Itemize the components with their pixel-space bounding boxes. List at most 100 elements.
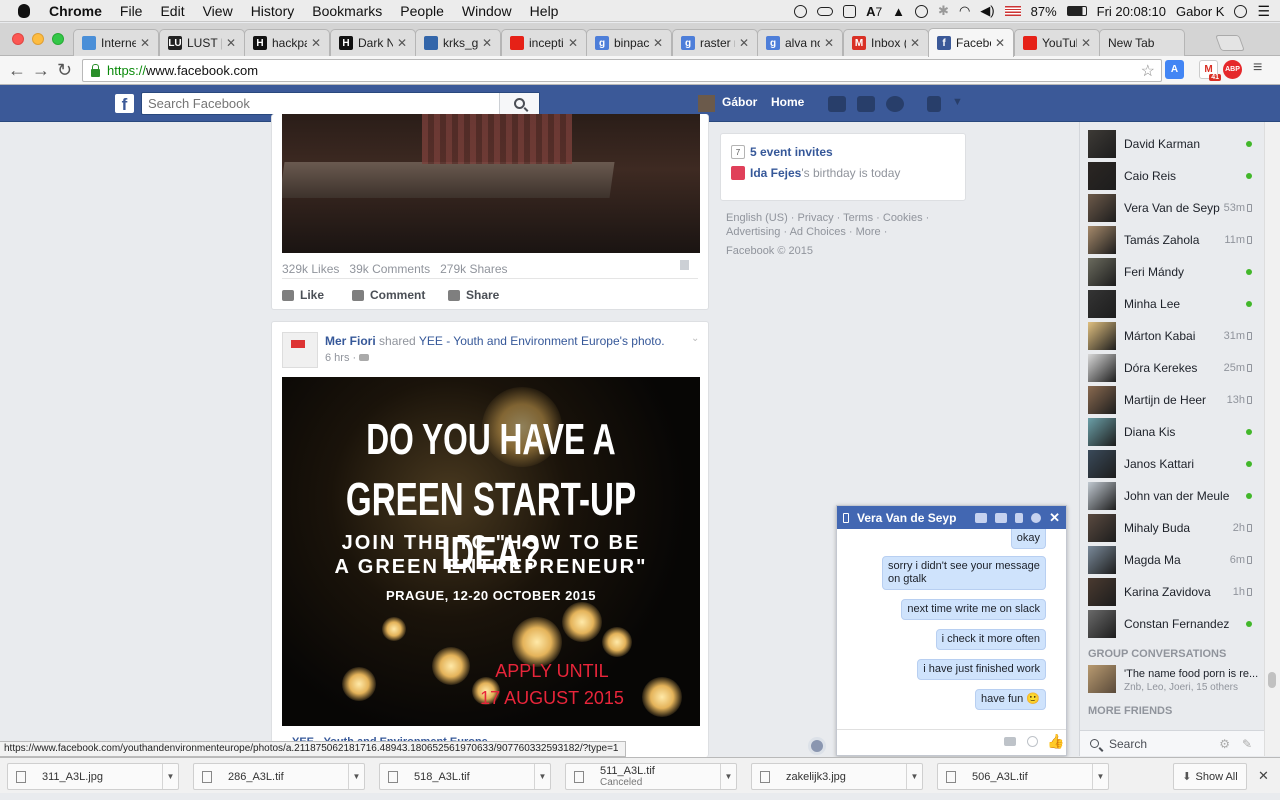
reload-button[interactable]: ↻ xyxy=(57,60,72,80)
notification-center-icon[interactable]: ☰ xyxy=(1257,3,1270,20)
download-item[interactable]: 311_A3L.jpg ▼ xyxy=(7,763,179,790)
add-friends-icon[interactable] xyxy=(975,512,988,523)
clipboard-status-icon[interactable] xyxy=(843,4,857,18)
facebook-logo-icon[interactable]: f xyxy=(115,94,134,113)
back-button[interactable]: ← xyxy=(8,60,26,80)
menu-bookmarks[interactable]: Bookmarks xyxy=(303,3,391,19)
bluetooth-icon[interactable]: ✱ xyxy=(938,3,949,19)
download-menu-chevron-icon[interactable]: ▼ xyxy=(720,764,736,789)
voice-call-icon[interactable] xyxy=(1015,512,1024,523)
privacy-shortcuts-icon[interactable] xyxy=(927,96,941,112)
timemachine-icon[interactable] xyxy=(915,4,929,18)
home-link[interactable]: Home xyxy=(771,95,804,109)
post-time[interactable]: 6 hrs xyxy=(325,352,349,364)
likes-count[interactable]: 329k Likes xyxy=(282,262,339,276)
download-item[interactable]: 506_A3L.tif ▼ xyxy=(937,763,1109,790)
close-download-shelf-icon[interactable]: ✕ xyxy=(1258,768,1269,784)
download-menu-chevron-icon[interactable]: ▼ xyxy=(162,764,178,789)
chat-friend[interactable]: John van der Meule xyxy=(1088,480,1258,512)
chat-header[interactable]: Vera Van de Seyp ✕ xyxy=(837,506,1066,529)
chat-friend[interactable]: Dóra Kerekes 25m xyxy=(1088,352,1258,384)
video-call-icon[interactable] xyxy=(995,512,1008,523)
gmail-icon[interactable]: M 41 xyxy=(1199,60,1221,81)
video-thumbnail[interactable] xyxy=(282,114,700,253)
photo-suffix[interactable]: 's photo. xyxy=(620,334,665,348)
tab-close-icon[interactable]: ✕ xyxy=(739,36,749,50)
shared-page-link[interactable]: YEE - Youth and Environment Europe xyxy=(419,334,620,348)
profile-avatar[interactable] xyxy=(698,95,715,112)
notifications-globe-icon[interactable] xyxy=(886,96,904,112)
close-chat-icon[interactable]: ✕ xyxy=(1049,510,1060,526)
new-message-icon[interactable]: ✎ xyxy=(1242,737,1252,751)
thumbs-up-send-icon[interactable]: 👍 xyxy=(1047,733,1064,750)
minimize-window-button[interactable] xyxy=(32,33,44,45)
drive-icon[interactable]: ▲ xyxy=(892,4,905,19)
footer-line-2[interactable]: Advertising · Ad Choices · More · xyxy=(726,225,966,239)
shared-photo[interactable]: DO YOU HAVE A GREEN START-UP IDEA? JOIN … xyxy=(282,377,700,726)
author-avatar[interactable] xyxy=(282,332,318,368)
chat-friend[interactable]: Karina Zavidova 1h xyxy=(1088,576,1258,608)
chat-friend[interactable]: Mihaly Buda 2h xyxy=(1088,512,1258,544)
chat-friend[interactable]: Diana Kis xyxy=(1088,416,1258,448)
clock[interactable]: Fri 20:08:10 xyxy=(1097,4,1166,19)
new-tab-button[interactable] xyxy=(1215,35,1245,51)
messages-icon[interactable] xyxy=(857,96,875,112)
chat-title[interactable]: Vera Van de Seyp xyxy=(857,511,956,525)
zoom-window-button[interactable] xyxy=(52,33,64,45)
menu-app-chrome[interactable]: Chrome xyxy=(40,3,111,19)
browser-tab[interactable]: H Dark Net ✕ xyxy=(330,29,416,56)
download-menu-chevron-icon[interactable]: ▼ xyxy=(1092,764,1108,789)
chat-friend[interactable]: Márton Kabai 31m xyxy=(1088,320,1258,352)
tab-close-icon[interactable]: ✕ xyxy=(824,36,834,50)
tab-close-icon[interactable]: ✕ xyxy=(397,36,407,50)
browser-tab[interactable]: LU LUST | Gr ✕ xyxy=(159,29,245,56)
adblock-icon[interactable]: ABP xyxy=(1223,60,1242,79)
checkmark-status-icon[interactable] xyxy=(794,4,808,18)
report-flag-icon[interactable] xyxy=(680,260,689,270)
menu-window[interactable]: Window xyxy=(453,3,521,19)
apple-menu-icon[interactable] xyxy=(18,3,30,18)
tab-close-icon[interactable]: ✕ xyxy=(995,36,1005,50)
browser-tab[interactable]: g binpackin ✕ xyxy=(586,29,672,56)
download-menu-chevron-icon[interactable]: ▼ xyxy=(534,764,550,789)
page-scrollbar[interactable] xyxy=(1264,122,1280,756)
share-button[interactable]: Share xyxy=(448,288,499,302)
menu-people[interactable]: People xyxy=(391,3,453,19)
post-options-chevron-icon[interactable]: ⌄ xyxy=(691,333,699,344)
show-all-downloads-button[interactable]: ⬇ Show All xyxy=(1173,763,1247,790)
chat-friend[interactable]: Constan Fernandez xyxy=(1088,608,1258,640)
download-item[interactable]: 511_A3L.tif Canceled ▼ xyxy=(565,763,737,790)
author-name[interactable]: Mer Fiori xyxy=(325,334,376,348)
chat-friend[interactable]: Magda Ma 6m xyxy=(1088,544,1258,576)
profile-link[interactable]: Gábor xyxy=(722,95,757,109)
translate-icon[interactable]: A xyxy=(1165,60,1184,79)
tab-close-icon[interactable]: ✕ xyxy=(653,36,663,50)
account-menu-chevron-icon[interactable]: ▼ xyxy=(952,96,963,108)
like-button[interactable]: Like xyxy=(282,288,324,302)
facebook-search-input[interactable] xyxy=(142,93,499,114)
chat-friend[interactable]: Vera Van de Seyp 53m xyxy=(1088,192,1258,224)
wifi-icon[interactable]: ◠ xyxy=(959,3,970,19)
tab-close-icon[interactable]: ✕ xyxy=(482,36,492,50)
tab-close-icon[interactable]: ✕ xyxy=(1081,36,1091,50)
menu-view[interactable]: View xyxy=(194,3,242,19)
browser-tab[interactable]: M Inbox (1 ✕ xyxy=(843,29,929,56)
browser-tab[interactable]: inception ✕ xyxy=(501,29,587,56)
chat-settings-gear-icon[interactable]: ⚙ xyxy=(1219,737,1230,751)
scrollbar-thumb[interactable] xyxy=(1268,672,1276,688)
browser-tab[interactable]: g alva noto ✕ xyxy=(757,29,843,56)
chat-options-gear-icon[interactable] xyxy=(1031,512,1042,523)
us-flag-icon[interactable] xyxy=(1004,6,1021,16)
browser-tab[interactable]: krks_gbr ✕ xyxy=(415,29,501,56)
battery-icon[interactable] xyxy=(1066,6,1087,16)
chat-friend[interactable]: Janos Kattari xyxy=(1088,448,1258,480)
birthday-name[interactable]: Ida Fejes xyxy=(750,166,801,180)
download-menu-chevron-icon[interactable]: ▼ xyxy=(906,764,922,789)
web-globe-icon[interactable] xyxy=(808,737,826,755)
chat-input[interactable]: 👍 xyxy=(837,729,1066,755)
adobe-icon[interactable]: A7 xyxy=(866,4,882,19)
bookmark-star-icon[interactable]: ☆ xyxy=(1141,61,1155,81)
download-item[interactable]: zakelijk3.jpg ▼ xyxy=(751,763,923,790)
glasses-status-icon[interactable] xyxy=(817,6,834,16)
close-window-button[interactable] xyxy=(12,33,24,45)
